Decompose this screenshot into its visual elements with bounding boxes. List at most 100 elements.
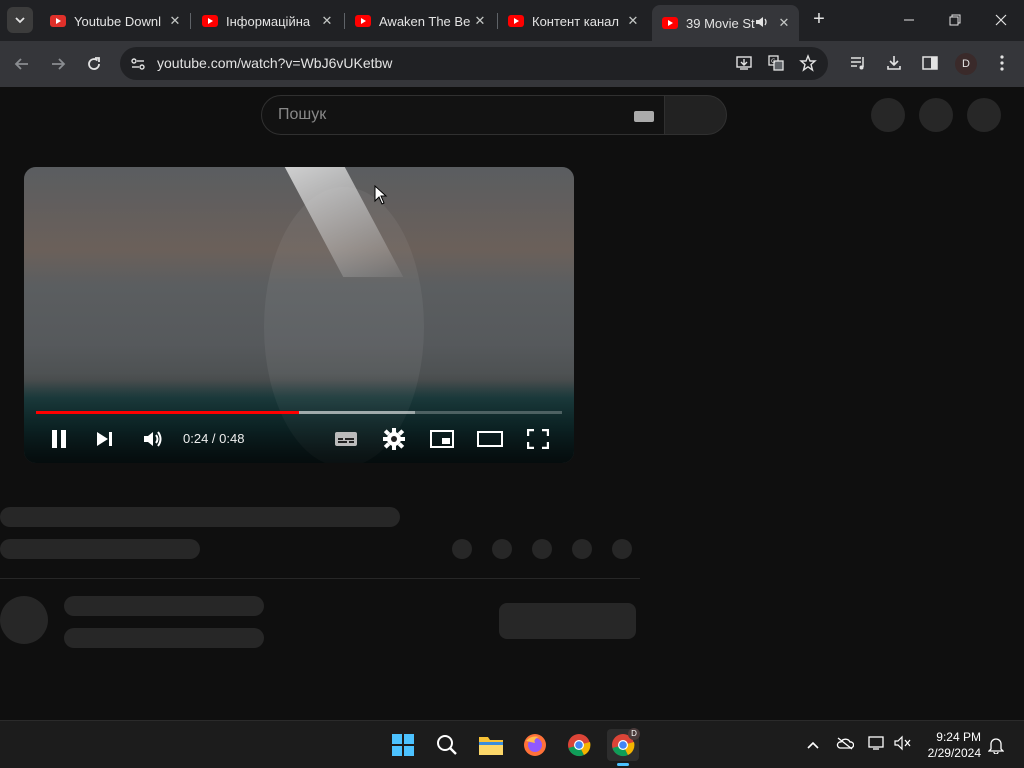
tab-title: Контент канал: [532, 13, 619, 29]
active-app-indicator: [617, 763, 629, 766]
notification-bell-icon[interactable]: [987, 736, 1005, 759]
channel-subs-skeleton: [64, 628, 264, 648]
tab-title: 39 Movie St: [686, 15, 755, 31]
forward-button[interactable]: [46, 52, 70, 76]
youtube-favicon-icon: [50, 15, 66, 27]
svg-text:G: G: [771, 58, 776, 65]
reload-button[interactable]: [82, 52, 106, 76]
chevron-down-icon: [15, 17, 25, 24]
tab-39-movie[interactable]: 39 Movie St ✕: [652, 5, 799, 41]
subtitles-button[interactable]: [333, 427, 359, 451]
download-icon[interactable]: [884, 53, 904, 73]
chrome-icon: [568, 734, 591, 757]
speaker-icon[interactable]: [755, 15, 769, 32]
network-icon[interactable]: [868, 735, 886, 756]
account-avatar[interactable]: [967, 98, 1001, 132]
install-app-icon[interactable]: [734, 53, 754, 73]
restore-button[interactable]: [932, 0, 978, 40]
fullscreen-button[interactable]: [525, 427, 551, 451]
tab-close-icon[interactable]: ✕: [624, 13, 642, 29]
clock-date: 2/29/2024: [927, 746, 981, 760]
create-button[interactable]: [871, 98, 905, 132]
section-divider: [0, 578, 640, 579]
tab-awaken[interactable]: Awaken The Be ✕: [345, 6, 495, 36]
onedrive-icon[interactable]: [836, 736, 855, 755]
restore-icon: [949, 14, 961, 26]
tab-search-button[interactable]: [7, 7, 33, 33]
theater-mode-button[interactable]: [477, 427, 503, 451]
tab-close-icon[interactable]: ✕: [166, 13, 184, 29]
taskbar-search-button[interactable]: [431, 729, 463, 761]
youtube-favicon-icon: [355, 15, 371, 27]
pause-button[interactable]: [46, 427, 72, 451]
search-placeholder: Пошук: [278, 106, 327, 123]
tab-youtube-downloader[interactable]: Youtube Downl ✕: [40, 6, 190, 36]
tab-title: Youtube Downl: [74, 13, 161, 29]
action-skeleton: [572, 539, 592, 559]
clock-time: 9:24 PM: [936, 730, 981, 744]
translate-icon[interactable]: G: [766, 53, 786, 73]
back-button[interactable]: [10, 52, 34, 76]
miniplayer-icon: [430, 430, 454, 448]
chrome-profile-button[interactable]: D: [607, 728, 640, 766]
file-explorer-button[interactable]: [475, 729, 507, 761]
volume-button[interactable]: [140, 427, 166, 451]
site-settings-icon[interactable]: [130, 56, 146, 77]
keyboard-icon[interactable]: [634, 111, 654, 122]
notifications-button[interactable]: [919, 98, 953, 132]
action-skeleton: [492, 539, 512, 559]
minimize-icon: [904, 19, 914, 21]
search-button[interactable]: [664, 95, 727, 135]
time-display: 0:24 / 0:48: [183, 431, 245, 446]
address-bar[interactable]: youtube.com/watch?v=WbJ6vUKetbw G: [120, 47, 828, 80]
bookmark-star-icon[interactable]: [798, 53, 818, 73]
new-tab-button[interactable]: +: [808, 9, 830, 31]
youtube-page: Пошук 0:24 / 0:48: [0, 87, 1024, 720]
profile-badge: D: [628, 728, 640, 740]
tab-close-icon[interactable]: ✕: [775, 15, 793, 31]
clock[interactable]: 9:24 PM 2/29/2024: [925, 729, 981, 761]
volume-icon: [144, 431, 162, 447]
settings-button[interactable]: [381, 427, 407, 451]
played-bar: [36, 411, 299, 414]
minimize-button[interactable]: [886, 0, 932, 40]
subtitle-skeleton: [0, 539, 200, 559]
tab-kontent-kanalu[interactable]: Контент канал ✕: [498, 6, 648, 36]
next-button[interactable]: [92, 427, 118, 451]
close-window-button[interactable]: [978, 0, 1024, 40]
close-icon: [995, 14, 1007, 26]
folder-icon: [479, 737, 503, 755]
firefox-button[interactable]: [519, 729, 551, 761]
action-skeleton: [532, 539, 552, 559]
start-button[interactable]: [387, 729, 419, 761]
tab-close-icon[interactable]: ✕: [471, 13, 489, 29]
profile-avatar[interactable]: D: [955, 53, 977, 75]
tab-separator: [190, 13, 191, 29]
arrow-left-icon: [14, 58, 28, 70]
url-text: youtube.com/watch?v=WbJ6vUKetbw: [157, 55, 393, 71]
channel-name-skeleton: [64, 596, 264, 616]
reload-icon: [88, 57, 100, 70]
windows-logo-icon: [392, 734, 414, 756]
arrow-right-icon: [52, 58, 66, 70]
chrome-menu-icon[interactable]: [992, 53, 1012, 73]
pause-icon: [52, 430, 66, 448]
video-player[interactable]: 0:24 / 0:48: [24, 167, 574, 463]
tab-close-icon[interactable]: ✕: [318, 13, 336, 29]
volume-muted-icon[interactable]: [894, 735, 912, 756]
subtitles-icon: [335, 432, 357, 446]
tab-informatsiina[interactable]: Інформаційна ✕: [192, 6, 342, 36]
fullscreen-icon: [527, 429, 549, 449]
search-icon: [437, 735, 457, 755]
side-panel-icon[interactable]: [920, 53, 940, 73]
progress-bar[interactable]: [36, 411, 562, 414]
gear-icon: [383, 428, 405, 450]
tab-title: Awaken The Be: [379, 13, 471, 29]
tab-title: Інформаційна: [226, 13, 311, 29]
search-input[interactable]: Пошук: [261, 95, 665, 135]
miniplayer-button[interactable]: [429, 427, 455, 451]
media-controls-icon[interactable]: [848, 53, 868, 73]
chevron-up-icon[interactable]: [806, 737, 820, 755]
channel-avatar-skeleton: [0, 596, 48, 644]
chrome-button[interactable]: [563, 729, 595, 761]
